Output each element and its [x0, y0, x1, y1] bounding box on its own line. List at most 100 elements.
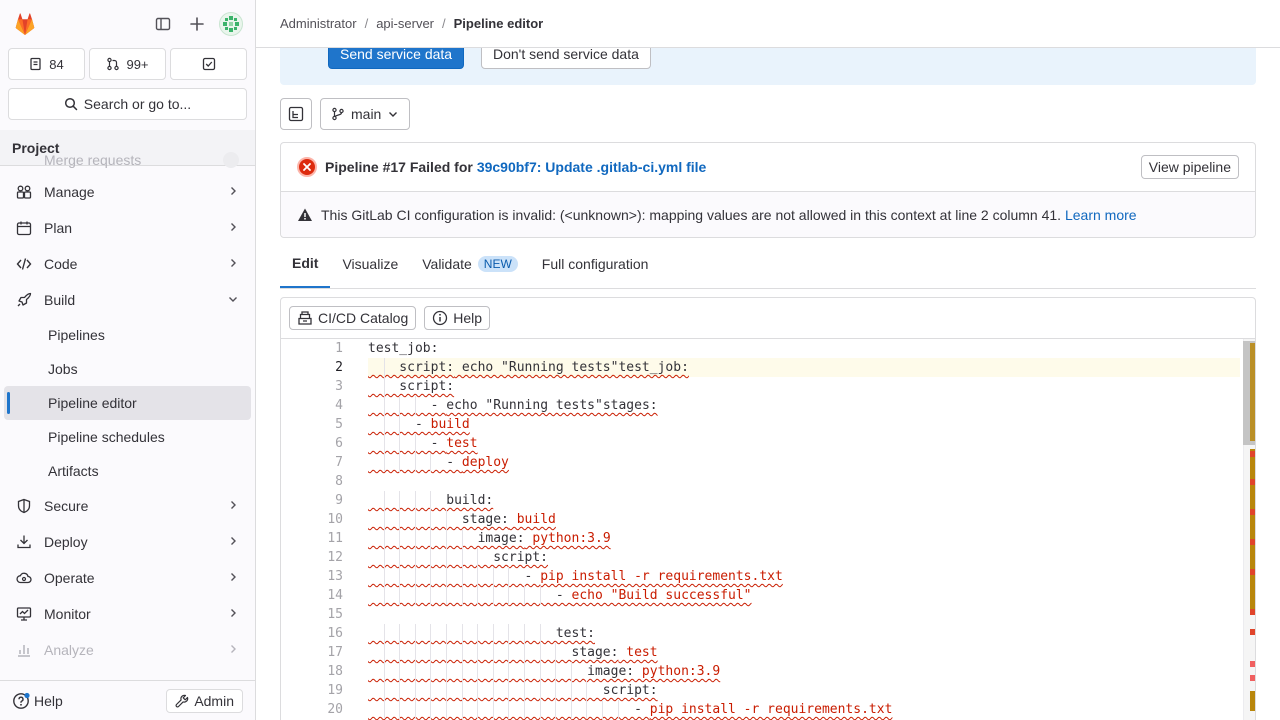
sidebar-item-code[interactable]: Code — [0, 246, 255, 282]
tab-edit[interactable]: Edit — [280, 240, 331, 288]
indent-guide — [399, 548, 401, 567]
indent-guide — [446, 529, 447, 548]
commit-link[interactable]: 39c90bf7: Update .gitlab-ci.yml file — [477, 159, 707, 175]
gitlab-logo-icon[interactable] — [12, 11, 38, 37]
editor-help-button[interactable]: Help — [424, 306, 491, 330]
plus-icon[interactable] — [185, 12, 209, 36]
merge-requests-count-button[interactable]: 99+ — [89, 48, 166, 80]
wrench-icon — [175, 694, 189, 707]
code-line[interactable]: - pip install -r requirements.txt — [368, 567, 783, 586]
breadcrumb-current[interactable]: Pipeline editor — [454, 16, 544, 31]
code-line[interactable]: - deploy — [368, 453, 509, 472]
code-line[interactable]: test_job: — [368, 339, 438, 358]
indent-guide — [414, 491, 416, 510]
overview-ruler-marker — [1250, 451, 1255, 457]
code-line[interactable]: test: — [368, 624, 595, 643]
code-line[interactable]: script: — [368, 681, 658, 700]
sidebar-subitem-pipelines[interactable]: Pipelines — [4, 318, 251, 352]
line-number: 5 — [335, 417, 343, 432]
indent-guide — [430, 662, 432, 681]
tab-visualize[interactable]: Visualize — [330, 240, 410, 288]
code-line[interactable]: image: python:3.9 — [368, 662, 720, 681]
sidebar-item-plan[interactable]: Plan — [0, 210, 255, 246]
issues-count-button[interactable]: 84 — [8, 48, 85, 80]
code-line[interactable]: stage: build — [368, 510, 556, 529]
indent-guide — [446, 643, 447, 662]
editor-tabs: Edit Visualize Validate NEW Full configu… — [280, 240, 1256, 289]
indent-guide — [430, 548, 432, 567]
indent-guide — [555, 700, 557, 719]
indent-guide — [446, 662, 447, 681]
indent-guide — [399, 529, 401, 548]
warning-text: This GitLab CI configuration is invalid:… — [321, 206, 1062, 223]
ci-catalog-button[interactable]: CI/CD Catalog — [289, 306, 417, 330]
search-button[interactable]: Search or go to... — [8, 88, 247, 120]
sidebar-item-analyze[interactable]: Analyze — [0, 632, 255, 668]
code-lines[interactable]: test_job: script: echo "Running tests"te… — [368, 339, 1240, 720]
sidebar-item-merge-requests[interactable]: Merge requests — [0, 146, 255, 174]
sidebar-item-deploy[interactable]: Deploy — [0, 524, 255, 560]
code-line[interactable]: script: — [368, 377, 454, 396]
indent-guide — [414, 396, 416, 415]
sidebar-toggle-icon[interactable] — [151, 12, 175, 36]
chevron-down-icon — [389, 112, 398, 117]
indent-guide — [492, 624, 494, 643]
view-pipeline-button[interactable]: View pipeline — [1140, 155, 1239, 179]
branch-toolbar: main — [280, 98, 411, 130]
chevron-right-icon — [227, 184, 239, 200]
code-line[interactable]: - echo "Running tests"stages: — [368, 396, 658, 415]
todo-icon — [202, 57, 215, 71]
line-number: 13 — [327, 569, 343, 584]
sidebar-item-manage[interactable]: Manage — [0, 174, 255, 210]
tab-validate[interactable]: Validate NEW — [410, 240, 530, 288]
code-editor[interactable]: 1 2 3 4 5 6 7 8 9 10 11 12 13 14 15 16 17 18 19 20 test_job… — [281, 339, 1255, 720]
chevron-right-icon — [227, 498, 239, 514]
indent-guide — [383, 681, 385, 700]
learn-more-link[interactable]: Learn more — [1065, 207, 1137, 223]
code-line[interactable]: - build — [368, 415, 470, 434]
overview-ruler-marker — [1250, 675, 1255, 681]
admin-button[interactable]: Admin — [166, 688, 243, 713]
indent-guide — [461, 529, 463, 548]
sidebar-item-build[interactable]: Build — [0, 282, 255, 318]
help-link[interactable]: Help — [12, 692, 63, 710]
main-content: Administrator / api-server / Pipeline ed… — [256, 0, 1280, 720]
overview-ruler-marker — [1250, 609, 1255, 615]
sidebar-item-secure[interactable]: Secure — [0, 488, 255, 524]
sidebar-subitem-pipeline-schedules[interactable]: Pipeline schedules — [4, 420, 251, 454]
sidebar-item-label: Code — [44, 256, 78, 272]
breadcrumb-item[interactable]: api-server — [376, 16, 434, 31]
branch-switcher[interactable]: main — [320, 98, 411, 130]
indent-guide — [383, 624, 385, 643]
indent-guide — [477, 586, 479, 605]
status-failed-icon[interactable] — [297, 157, 317, 177]
overview-ruler-marker — [1250, 569, 1255, 575]
sidebar-item-operate[interactable]: Operate — [0, 560, 255, 596]
sidebar-subitem-pipeline-editor[interactable]: Pipeline editor — [4, 386, 251, 420]
users-icon — [16, 184, 32, 200]
avatar[interactable] — [219, 12, 243, 36]
code-line[interactable]: script: — [368, 548, 548, 567]
sidebar-item-monitor[interactable]: Monitor — [0, 596, 255, 632]
breadcrumb-item[interactable]: Administrator — [280, 16, 357, 31]
file-tree-button[interactable] — [280, 98, 312, 130]
chevron-right-icon — [227, 570, 239, 586]
editor-scrollbar[interactable] — [1243, 339, 1255, 720]
code-line[interactable]: - pip install -r requirements.txt — [368, 700, 892, 719]
new-badge: NEW — [477, 256, 518, 272]
code-line[interactable]: - test — [368, 434, 478, 453]
search-label: Search or go to... — [83, 96, 192, 112]
code-line[interactable]: - echo "Build successful" — [368, 586, 752, 605]
tab-full-configuration[interactable]: Full configuration — [530, 240, 661, 288]
code-line[interactable]: build: — [368, 491, 493, 510]
code-line[interactable]: script: echo "Running tests"test_job: — [368, 358, 689, 377]
indent-guide — [508, 681, 510, 700]
sidebar-subitem-jobs[interactable]: Jobs — [4, 352, 251, 386]
indent-guide — [399, 434, 401, 453]
indent-guide — [383, 415, 385, 434]
code-line[interactable]: stage: test — [368, 643, 658, 662]
code-line[interactable]: image: python:3.9 — [368, 529, 611, 548]
todo-button[interactable] — [170, 48, 247, 80]
sidebar-subitem-artifacts[interactable]: Artifacts — [4, 454, 251, 488]
chevron-right-icon — [227, 642, 239, 658]
